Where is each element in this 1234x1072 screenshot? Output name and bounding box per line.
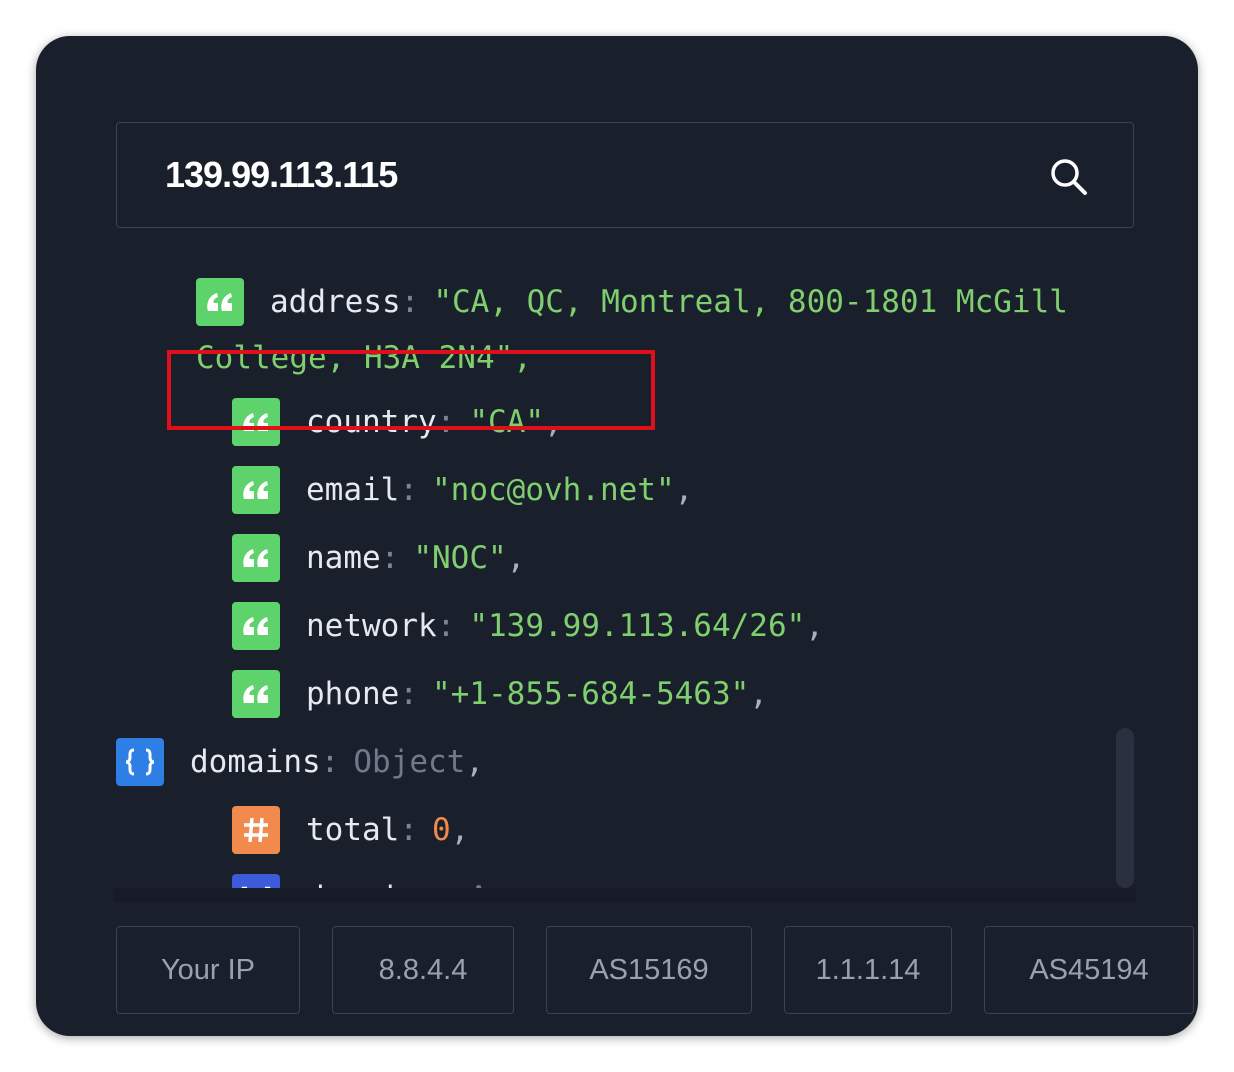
colon-separator: : [320,744,340,780]
tree-row-email: email: "noc@ovh.net", [232,466,693,514]
vertical-scrollbar[interactable] [1116,728,1134,888]
search-icon[interactable] [1047,155,1091,199]
string-quote-icon [232,534,280,582]
tree-value: "139.99.113.64/26" [469,608,806,644]
chip-ip-1-1-1-14[interactable]: 1.1.1.14 [784,926,952,1014]
tree-row-network: network: "139.99.113.64/26", [232,602,824,650]
colon-separator: : [399,472,418,508]
tree-row-phone: phone: "+1-855-684-5463", [232,670,768,718]
colon-separator: : [399,676,418,712]
highlight-box [167,350,655,430]
tree-key: total [306,812,400,848]
string-quote-icon [196,278,244,326]
chip-ip-8-8-4-4[interactable]: 8.8.4.4 [332,926,514,1014]
tree-key: address [270,284,401,320]
colon-separator: : [436,608,456,644]
colon-separator: : [380,540,400,576]
search-bar [116,122,1134,228]
tree-key: domains [190,744,321,780]
viewer-bottom-edge [114,888,1136,902]
search-input[interactable] [165,151,1005,199]
colon-separator: : [399,812,418,848]
tree-key: network [306,608,437,644]
chip-as45194[interactable]: AS45194 [984,926,1194,1014]
tree-value: "NOC" [413,540,507,576]
tree-value: 0 [432,812,451,848]
tree-row-name: name: "NOC", [232,534,525,582]
tree-key: name [306,540,381,576]
chip-as15169[interactable]: AS15169 [546,926,752,1014]
tree-row-total: total:0, [232,806,469,854]
string-quote-icon [232,602,280,650]
number-hash-icon [232,806,280,854]
tree-value: "CA, QC, Montreal, 800-1801 McGill [433,284,1068,320]
colon-separator: : [400,284,420,320]
quick-lookup-chips: Your IP 8.8.4.4 AS15169 1.1.1.14 AS45194 [116,926,1198,1014]
ip-lookup-panel: address: "CA, QC, Montreal, 800-1801 McGi… [36,36,1198,1036]
tree-value: Object [353,744,466,780]
tree-row-domains-object[interactable]: domains: Object, [116,738,484,786]
tree-value: "noc@ovh.net" [432,472,675,508]
object-braces-icon [116,738,164,786]
string-quote-icon [232,466,280,514]
tree-key: email [306,472,400,508]
chip-your-ip[interactable]: Your IP [116,926,300,1014]
tree-key: phone [306,676,400,712]
json-viewer[interactable]: address: "CA, QC, Montreal, 800-1801 McGi… [114,228,1138,902]
string-quote-icon [232,670,280,718]
tree-row-address: address: "CA, QC, Montreal, 800-1801 McGi… [196,278,1068,326]
tree-value: "+1-855-684-5463" [432,676,750,712]
